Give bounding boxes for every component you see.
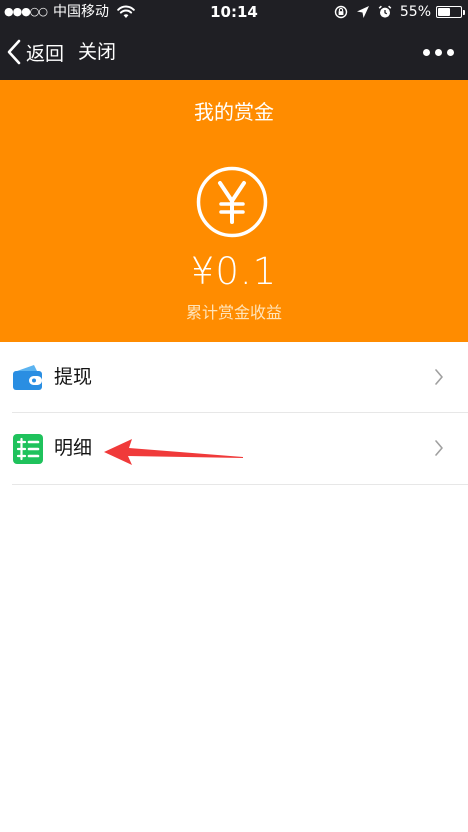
- rotation-lock-icon: [334, 5, 348, 19]
- ledger-icon: [13, 434, 43, 464]
- details-label: 明细: [54, 437, 93, 459]
- status-bar: ●●●○○ 中国移动 10:14 55%: [0, 0, 468, 24]
- battery-level-fill: [438, 8, 451, 16]
- wallet-icon: [13, 365, 42, 390]
- chevron-right-icon: [435, 369, 443, 385]
- more-dot-icon: [447, 48, 454, 56]
- list-item-withdraw[interactable]: 提现: [12, 342, 468, 413]
- total-bounty-amount: ¥0.1: [190, 250, 278, 293]
- chevron-right-icon: [435, 440, 443, 456]
- more-dot-icon: [423, 48, 430, 56]
- bounty-summary-header: 我的赏金 ¥0.1 累计赏金收益: [0, 80, 468, 342]
- status-right: 55%: [334, 3, 465, 21]
- back-button[interactable]: 返回: [6, 24, 64, 80]
- yen-coin-icon: [196, 166, 268, 238]
- battery-cap: [463, 10, 465, 15]
- navigation-bar: 返回 关闭: [0, 24, 468, 80]
- close-button[interactable]: 关闭: [78, 24, 116, 80]
- alarm-clock-icon: [378, 5, 392, 18]
- back-button-label: 返回: [26, 42, 65, 65]
- more-options-button[interactable]: [418, 24, 454, 80]
- withdraw-label: 提现: [54, 366, 93, 388]
- battery-icon: [436, 6, 465, 18]
- more-dot-icon: [435, 48, 442, 56]
- chevron-left-icon: [7, 39, 21, 65]
- location-arrow-icon: [356, 6, 369, 18]
- list-item-details[interactable]: 明细: [12, 413, 468, 485]
- total-bounty-caption: 累计赏金收益: [185, 303, 282, 322]
- page-title: 我的赏金: [194, 100, 274, 124]
- bounty-menu-list: 提现 明细: [0, 342, 468, 485]
- battery-percentage: 55%: [399, 4, 431, 20]
